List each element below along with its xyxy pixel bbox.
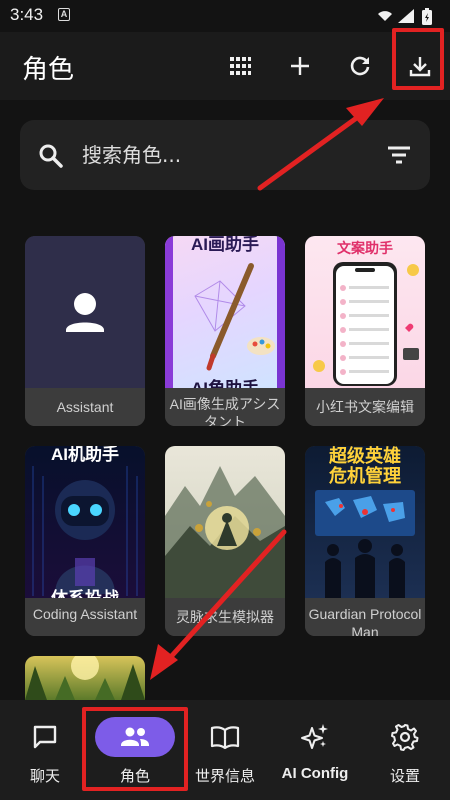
person-icon [66,293,104,332]
character-card-assistant[interactable]: Assistant [25,236,145,426]
character-card-coding[interactable]: AI机助手 体系投战 Coding Assistant [25,446,145,636]
nav-label: AI Config [281,765,349,782]
card-label: 灵脉求生模拟器 [165,598,285,636]
thumb-title-bottom: 体系投战 [25,584,145,598]
nav-pill [185,717,265,757]
card-thumbnail [25,236,145,388]
thumb-title-top2: 危机管理 [329,466,401,486]
nav-label: 设置 [389,767,420,785]
paintbrush-illustration [165,236,285,388]
status-bar: 3:43 A [0,0,450,32]
nav-pill-active [95,717,175,757]
filter-icon[interactable] [386,144,412,166]
character-card-guardian[interactable]: 超级英雄 危机管理 Guardian Protocol Man [305,446,425,636]
robot-illustration [32,466,138,596]
nav-item-settings[interactable]: 设置 [365,700,445,800]
card-label: Coding Assistant [25,598,145,636]
bottom-navigation: 聊天 角色 世界信息 AI Config 设置 [0,700,450,800]
search-input[interactable] [82,140,362,170]
card-label: Assistant [25,388,145,426]
status-time: 3:43 [10,5,44,24]
app-bar: 角色 [0,32,450,100]
nav-label: 世界信息 [194,767,255,785]
add-button[interactable] [284,50,316,82]
ink-mountain-illustration [165,466,285,598]
card-thumbnail: 文案助手 [305,236,425,388]
book-icon [210,726,240,750]
card-label: Guardian Protocol Man [305,598,425,636]
nav-pill [365,717,445,757]
card-label: AI画像生成アシスタント [165,388,285,426]
signal-battery-icon [378,8,432,25]
nav-item-chat[interactable]: 聊天 [5,700,85,800]
character-card-forest[interactable] [25,656,145,700]
search-icon [39,144,63,168]
nav-pill [275,717,355,757]
refresh-button[interactable] [344,50,376,82]
thumb-title-bottom: AI角助手 [165,374,285,388]
search-bar [20,120,430,190]
nav-item-world-info[interactable]: 世界信息 [185,700,265,800]
thumb-title-top: AI机助手 [51,446,119,464]
card-thumbnail: AI画助手 AI角助手 [165,236,285,388]
nav-label: 聊天 [29,767,60,785]
sparkles-icon [301,724,328,749]
nav-item-characters[interactable]: 角色 [95,700,175,800]
thumb-title-top: 文案助手 [337,240,393,256]
card-thumbnail [25,656,145,700]
character-card-ai-image[interactable]: AI画助手 AI角助手 AI画像生成アシスタント [165,236,285,426]
card-thumbnail [165,446,285,598]
add-icon [291,57,309,75]
card-thumbnail: AI机助手 体系投战 [25,446,145,598]
nav-pill [5,717,85,757]
nav-item-ai-config[interactable]: AI Config [275,700,355,800]
thumb-title-top: AI画助手 [191,236,259,254]
notification-icon: A [58,8,70,21]
phone-illustration [313,262,419,386]
page-title: 角色 [22,55,75,85]
chat-icon [33,725,57,749]
grid-view-button[interactable] [224,50,256,82]
download-icon [409,57,431,77]
refresh-icon [350,56,370,76]
download-button[interactable] [404,50,436,82]
card-thumbnail: 超级英雄 危机管理 [305,446,425,598]
character-card-survival-sim[interactable]: 灵脉求生模拟器 [165,446,285,636]
nav-label: 角色 [119,767,150,785]
card-label: 小红书文案编辑 [305,388,425,426]
grid-icon [230,57,251,75]
gear-icon [391,724,419,751]
forest-illustration [25,656,145,700]
people-icon [121,727,149,746]
character-card-copywriting[interactable]: 文案助手 小红书文案编辑 [305,236,425,426]
